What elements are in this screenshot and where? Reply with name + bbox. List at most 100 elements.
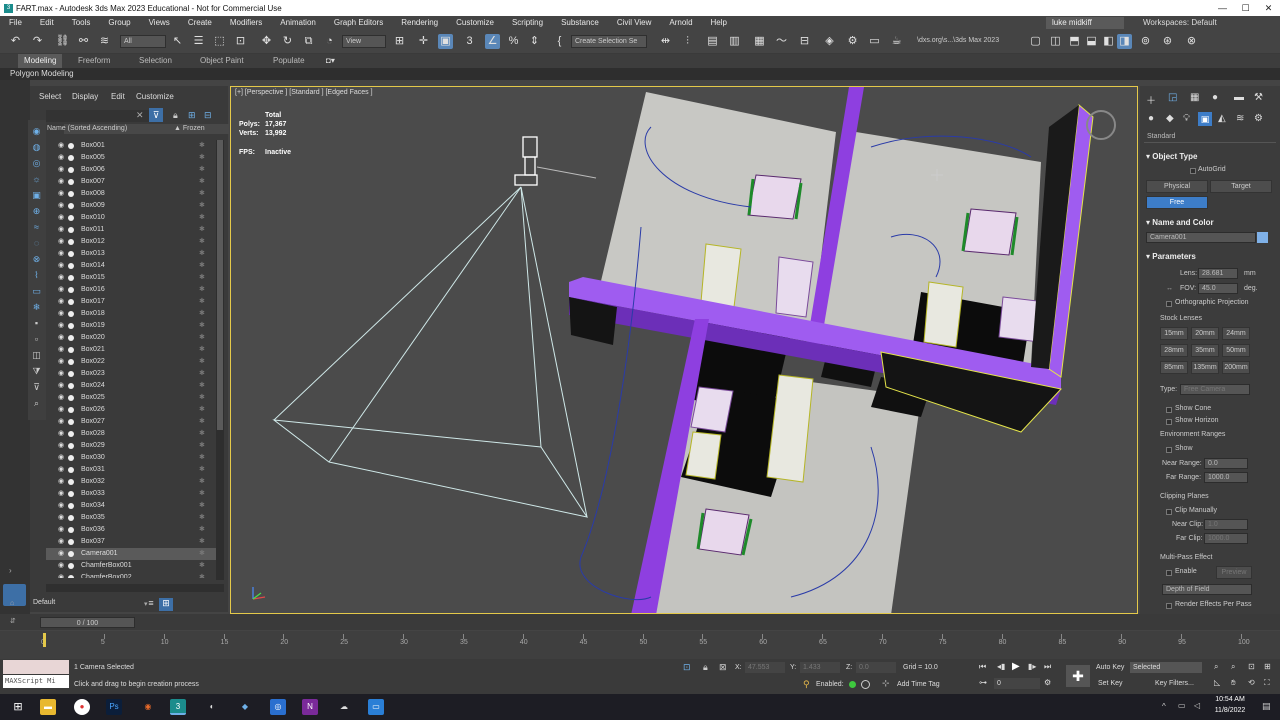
lens-35mm-button[interactable]: 35mm (1191, 344, 1219, 357)
create-tab-icon[interactable]: ＋ (1146, 92, 1156, 107)
select-object-icon[interactable]: ↖ (170, 34, 185, 49)
render-toggle-icon[interactable] (68, 359, 74, 365)
sx-display-containers-icon[interactable]: ▭ (31, 286, 42, 297)
scene-object-row[interactable]: ◉ Box030 ✱ (46, 452, 216, 464)
visibility-eye-icon[interactable]: ◉ (58, 224, 64, 236)
goto-start-icon[interactable]: ⏮ (979, 662, 986, 672)
tab-populate[interactable]: Populate (273, 54, 305, 68)
set-key-button[interactable]: Set Key (1098, 680, 1123, 687)
freeze-toggle-icon[interactable]: ✱ (199, 284, 205, 296)
scene-object-row[interactable]: ◉ Box006 ✱ (46, 164, 216, 176)
visibility-eye-icon[interactable]: ◉ (58, 308, 64, 320)
target-camera-button[interactable]: Target (1210, 180, 1272, 193)
render-toggle-icon[interactable] (68, 467, 74, 473)
visibility-eye-icon[interactable]: ◉ (58, 284, 64, 296)
spinner-snap-icon[interactable]: ⇕ (527, 34, 542, 49)
lens-50mm-button[interactable]: 50mm (1222, 344, 1250, 357)
render-toggle-icon[interactable] (68, 263, 74, 269)
scene-object-row[interactable]: ◉ Box027 ✱ (46, 416, 216, 428)
schematic-view-icon[interactable]: ⊟ (797, 34, 812, 49)
freeze-toggle-icon[interactable]: ✱ (199, 512, 205, 524)
open-folder-icon[interactable]: ◫ (1048, 34, 1063, 49)
ribbon-toggle-icon[interactable]: ▦ (752, 34, 767, 49)
menu-edit[interactable]: Edit (31, 16, 63, 30)
maximize-button[interactable]: ☐ (1234, 0, 1257, 16)
enabled-indicator[interactable] (849, 681, 856, 688)
env-show-checkbox[interactable] (1166, 447, 1172, 453)
absolute-mode-icon[interactable]: ⊠ (719, 662, 727, 673)
visibility-eye-icon[interactable]: ◉ (58, 536, 64, 548)
close-button[interactable]: ✕ (1257, 0, 1280, 16)
visibility-eye-icon[interactable]: ◉ (58, 140, 64, 152)
3dsmax-taskbar-icon[interactable]: 3 (170, 699, 186, 715)
sx-col-frozen[interactable]: ▲ Frozen (174, 124, 205, 134)
menu-animation[interactable]: Animation (271, 16, 325, 30)
scene-object-row[interactable]: ◉ Box032 ✱ (46, 476, 216, 488)
render-toggle-icon[interactable] (68, 515, 74, 521)
sx-display-helpers-icon[interactable]: ⊕ (31, 206, 42, 217)
sx-filter2-icon[interactable]: ⊽ (31, 382, 42, 393)
clip-manually-checkbox[interactable] (1166, 509, 1172, 515)
freeze-toggle-icon[interactable]: ✱ (199, 152, 205, 164)
place-icon[interactable]: ◔ (322, 34, 337, 49)
rect-selection-icon[interactable]: ⬚ (212, 34, 227, 49)
visibility-eye-icon[interactable]: ◉ (58, 404, 64, 416)
helpers-icon[interactable]: ◭ (1218, 113, 1226, 124)
select-by-name-icon[interactable]: ☰ (191, 34, 206, 49)
track-bar[interactable]: 0510152025303540455055606570758085909510… (0, 631, 1280, 659)
show-horizon-checkbox[interactable] (1166, 419, 1172, 425)
bind-spacewarp-icon[interactable]: ≋ (97, 34, 112, 49)
freeze-toggle-icon[interactable]: ✱ (199, 164, 205, 176)
lens-15mm-button[interactable]: 15mm (1160, 327, 1188, 340)
menu-modifiers[interactable]: Modifiers (221, 16, 271, 30)
visibility-eye-icon[interactable]: ◉ (58, 476, 64, 488)
render-toggle-icon[interactable] (68, 191, 74, 197)
sx-display-bones-icon[interactable]: ⌇ (31, 270, 42, 281)
select-manipulate-icon[interactable]: ✛ (416, 34, 431, 49)
scene-object-row[interactable]: ◉ Box026 ✱ (46, 404, 216, 416)
freeze-toggle-icon[interactable]: ✱ (199, 464, 205, 476)
freeze-toggle-icon[interactable]: ✱ (199, 572, 205, 578)
render-toggle-icon[interactable] (68, 551, 74, 557)
render-toggle-icon[interactable] (68, 323, 74, 329)
render-toggle-icon[interactable] (68, 239, 74, 245)
freeze-toggle-icon[interactable]: ✱ (199, 188, 205, 200)
visibility-eye-icon[interactable]: ◉ (58, 260, 64, 272)
scene-object-row[interactable]: ◉ Box015 ✱ (46, 272, 216, 284)
visibility-eye-icon[interactable]: ◉ (58, 500, 64, 512)
render-toggle-icon[interactable] (68, 407, 74, 413)
scene-object-row[interactable]: ◉ Box024 ✱ (46, 380, 216, 392)
render-toggle-icon[interactable] (68, 167, 74, 173)
render-toggle-icon[interactable] (68, 299, 74, 305)
scene-object-row[interactable]: ◉ Box011 ✱ (46, 224, 216, 236)
near-range-spinner[interactable]: 0.0 (1204, 458, 1248, 469)
scene-explorer-toggle-icon[interactable]: ▤ (705, 34, 720, 49)
object-name-field[interactable]: Camera001 (1146, 232, 1256, 243)
render-toggle-icon[interactable] (68, 371, 74, 377)
scene-object-row[interactable]: ◉ ChamferBox002 ✱ (46, 572, 216, 578)
sx-lock-icon[interactable]: 🔒︎ (173, 110, 178, 121)
object-type-rollout[interactable]: ▾ Object Type (1146, 152, 1197, 161)
freeze-toggle-icon[interactable]: ✱ (199, 224, 205, 236)
current-layer[interactable]: Default (33, 599, 55, 606)
menu-tools[interactable]: Tools (63, 16, 100, 30)
volume-icon[interactable]: ◁ (1194, 701, 1200, 710)
keyboard-shortcut-override-icon[interactable]: ▣ (438, 34, 453, 49)
edit-named-selection-icon[interactable]: { (552, 34, 567, 49)
scene-object-row[interactable]: ◉ Box016 ✱ (46, 284, 216, 296)
fov-direction-icon[interactable]: ↔ (1166, 285, 1173, 292)
render-toggle-icon[interactable] (68, 563, 74, 569)
spacewarps-icon[interactable]: ≋ (1236, 113, 1244, 124)
scene-object-row[interactable]: ◉ Box036 ✱ (46, 524, 216, 536)
scene-object-row[interactable]: ◉ Box005 ✱ (46, 152, 216, 164)
render-toggle-icon[interactable] (68, 203, 74, 209)
visibility-eye-icon[interactable]: ◉ (58, 200, 64, 212)
tab-modeling[interactable]: Modeling (18, 54, 63, 68)
visibility-eye-icon[interactable]: ◉ (58, 380, 64, 392)
time-tag-icon[interactable]: ⚲ (803, 679, 810, 690)
multipass-effect-dropdown[interactable]: Depth of Field (1162, 584, 1252, 595)
ref-coord-dropdown[interactable]: View (342, 35, 386, 48)
freeze-toggle-icon[interactable]: ✱ (199, 524, 205, 536)
visibility-eye-icon[interactable]: ◉ (58, 416, 64, 428)
play-icon[interactable]: ▶ (1012, 661, 1020, 672)
